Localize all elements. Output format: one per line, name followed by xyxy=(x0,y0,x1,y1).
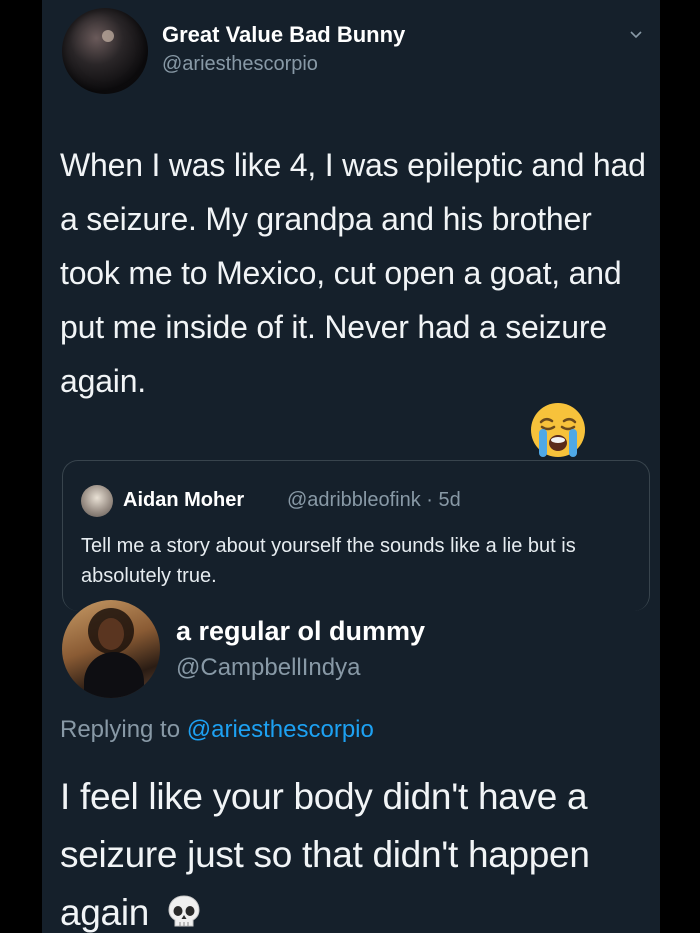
chevron-down-icon[interactable] xyxy=(630,28,642,40)
reply-author-name[interactable]: a regular ol dummy xyxy=(176,616,425,647)
loudly-crying-face-emoji xyxy=(531,403,585,457)
reply-author-handle[interactable]: @CampbellIndya xyxy=(176,654,360,682)
author-avatar[interactable] xyxy=(62,8,148,94)
skull-emoji xyxy=(168,895,200,927)
reply-text: I feel like your body didn't have a seiz… xyxy=(60,776,590,933)
replying-to-mention-link[interactable]: @ariesthescorpio xyxy=(187,716,374,743)
reply-text-block: I feel like your body didn't have a seiz… xyxy=(60,768,660,933)
quoted-author-name: Aidan Moher xyxy=(123,489,245,511)
quoted-author-handle: @adribbleofink · 5d xyxy=(287,489,461,511)
author-name[interactable]: Great Value Bad Bunny xyxy=(162,22,405,48)
author-handle[interactable]: @ariesthescorpio xyxy=(162,53,318,76)
tweet-screenshot: Great Value Bad Bunny @ariesthescorpio W… xyxy=(42,0,660,933)
reply-author-avatar[interactable] xyxy=(62,600,160,698)
quoted-author-avatar xyxy=(81,485,113,517)
replying-to-line: Replying to @ariesthescorpio xyxy=(60,716,374,744)
tweet-text: When I was like 4, I was epileptic and h… xyxy=(60,147,646,399)
quoted-tweet[interactable]: Aidan Moher @adribbleofink · 5d Tell me … xyxy=(62,460,650,611)
replying-to-label: Replying to xyxy=(60,716,181,743)
quoted-tweet-text: Tell me a story about yourself the sound… xyxy=(81,535,576,587)
